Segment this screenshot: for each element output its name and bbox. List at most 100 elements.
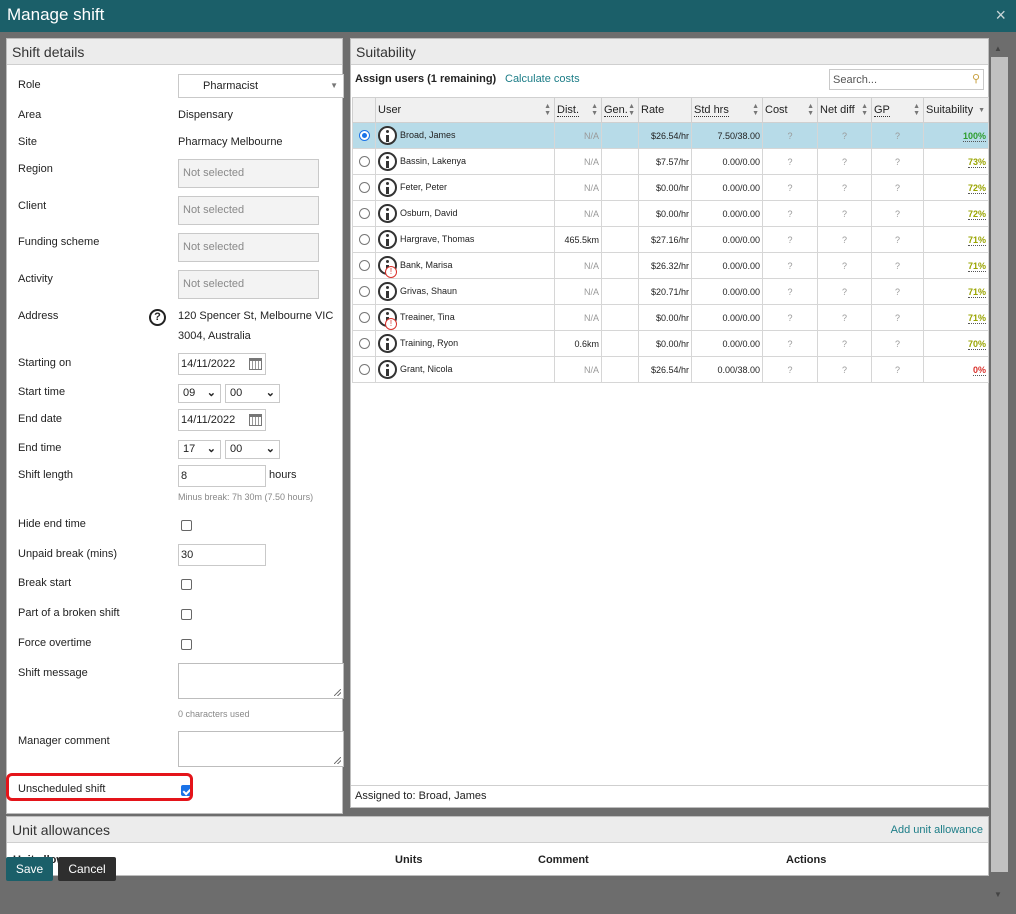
suitability-value: 72%	[967, 182, 986, 194]
user-cell: Broad, James	[375, 122, 555, 149]
dist-column-header[interactable]: Dist. ▲ ▼	[554, 97, 602, 123]
unpaid-break-field[interactable]: 30	[178, 544, 266, 566]
break-start-checkbox[interactable]	[181, 579, 192, 590]
start-minute-select[interactable]: 00 ⌄	[225, 384, 280, 403]
user-column-header[interactable]: User ▲ ▼	[375, 97, 555, 123]
row-radio[interactable]	[358, 338, 370, 350]
table-row[interactable]: Hargrave, Thomas 465.5km $27.16/hr 0.00/0.0…	[352, 226, 989, 253]
end-minute-select[interactable]: 00 ⌄	[225, 440, 280, 459]
table-row[interactable]: Grivas, Shaun N/A $20.71/hr 0.00/0.00??? 71%	[352, 278, 989, 305]
user-name: Broad, James	[400, 129, 456, 140]
hide-end-time-checkbox[interactable]	[181, 520, 192, 531]
user-name: Bank, Marisa	[400, 259, 453, 270]
calculate-costs-link[interactable]: Calculate costs	[505, 73, 580, 85]
row-select-cell[interactable]	[352, 148, 376, 175]
end-time-label: End time	[18, 442, 62, 454]
row-radio[interactable]	[358, 156, 370, 168]
sort-icon[interactable]: ▲ ▼	[861, 103, 868, 117]
user-info-icon[interactable]	[378, 230, 397, 249]
funding-scheme-select[interactable]: Not selected	[178, 233, 319, 262]
help-icon[interactable]: ?	[149, 309, 166, 326]
end-hour-select[interactable]: 17 ⌄	[178, 440, 221, 459]
table-row[interactable]: Grant, Nicola N/A $26.54/hr 0.00/38.00??? 0%	[352, 356, 989, 383]
region-select[interactable]: Not selected	[178, 159, 319, 188]
row-radio[interactable]	[358, 286, 370, 298]
dist-cell: N/A	[554, 304, 602, 331]
row-radio[interactable]	[358, 312, 370, 324]
search-icon[interactable]: ⚲	[972, 72, 980, 85]
row-radio[interactable]	[358, 260, 370, 272]
gen-column-header[interactable]: Gen. ▲ ▼	[601, 97, 639, 123]
user-info-icon[interactable]	[378, 178, 397, 197]
user-info-icon[interactable]: !	[378, 256, 397, 278]
user-header-label: User	[378, 104, 402, 116]
row-select-cell[interactable]	[352, 304, 376, 331]
calendar-icon[interactable]	[249, 358, 262, 370]
cost-column-header[interactable]: Cost ▲ ▼	[762, 97, 818, 123]
start-hour-select[interactable]: 09 ⌄	[178, 384, 221, 403]
activity-select[interactable]: Not selected	[178, 270, 319, 299]
table-row[interactable]: Feter, Peter N/A $0.00/hr 0.00/0.00??? 72%	[352, 174, 989, 201]
area-label: Area	[18, 109, 42, 121]
end-date-field[interactable]: 14/11/2022	[178, 409, 266, 431]
row-radio[interactable]	[358, 234, 370, 246]
role-dropdown[interactable]: Pharmacist ▼	[178, 74, 344, 98]
row-radio[interactable]	[358, 208, 370, 220]
suitability-column-header[interactable]: Suitability ▼	[923, 97, 989, 123]
sort-icon[interactable]: ▲ ▼	[913, 103, 920, 117]
sort-icon[interactable]: ▲ ▼	[752, 103, 759, 117]
row-select-cell[interactable]	[352, 278, 376, 305]
row-radio[interactable]	[358, 182, 370, 194]
sort-icon[interactable]: ▲ ▼	[807, 103, 814, 117]
row-select-cell[interactable]	[352, 330, 376, 357]
table-row[interactable]: ! Treainer, Tina N/A $0.00/hr 0.00/0.00??? 71…	[352, 304, 989, 331]
force-overtime-checkbox[interactable]	[181, 639, 192, 650]
row-select-cell[interactable]	[352, 252, 376, 279]
user-info-icon[interactable]: !	[378, 308, 397, 330]
gp-column-header[interactable]: GP ▲ ▼	[871, 97, 924, 123]
starting-on-field[interactable]: 14/11/2022	[178, 353, 266, 375]
table-row[interactable]: Training, Ryon 0.6km $0.00/hr 0.00/0.00??? 7…	[352, 330, 989, 357]
row-select-cell[interactable]	[352, 200, 376, 227]
row-select-cell[interactable]	[352, 226, 376, 253]
scroll-up-icon[interactable]: ▲	[994, 44, 1002, 53]
user-info-icon[interactable]	[378, 152, 397, 171]
table-row[interactable]: Broad, James N/A $26.54/hr 7.50/38.00??? 100…	[352, 122, 989, 149]
broken-shift-checkbox[interactable]	[181, 609, 192, 620]
std-hrs-column-header[interactable]: Std hrs ▲ ▼	[691, 97, 763, 123]
rate-header-label: Rate	[641, 104, 665, 116]
user-info-icon[interactable]	[378, 282, 397, 301]
row-radio[interactable]	[358, 130, 370, 142]
client-select[interactable]: Not selected	[178, 196, 319, 225]
user-name: Grivas, Shaun	[400, 285, 458, 296]
user-info-icon[interactable]	[378, 360, 397, 379]
search-input[interactable]: Search... ⚲	[829, 69, 984, 90]
cancel-button[interactable]: Cancel	[58, 857, 116, 881]
sort-desc-icon[interactable]: ▼	[978, 107, 985, 114]
row-select-cell[interactable]	[352, 122, 376, 149]
sort-icon[interactable]: ▲ ▼	[591, 103, 598, 117]
save-button[interactable]: Save	[6, 857, 53, 881]
user-info-icon[interactable]	[378, 334, 397, 353]
user-info-icon[interactable]	[378, 204, 397, 223]
manager-comment-textarea[interactable]	[178, 731, 344, 767]
row-radio[interactable]	[358, 364, 370, 376]
sort-icon[interactable]: ▲ ▼	[544, 103, 551, 117]
row-select-cell[interactable]	[352, 174, 376, 201]
shift-length-field[interactable]: 8	[178, 465, 266, 487]
user-info-icon[interactable]	[378, 126, 397, 145]
scrollbar-thumb[interactable]	[991, 57, 1008, 872]
shift-message-textarea[interactable]	[178, 663, 344, 699]
close-icon[interactable]: ×	[995, 5, 1006, 26]
row-select-cell[interactable]	[352, 356, 376, 383]
scroll-down-icon[interactable]: ▼	[994, 890, 1002, 899]
rate-column-header[interactable]: Rate	[638, 97, 692, 123]
table-row[interactable]: Osburn, David N/A $0.00/hr 0.00/0.00??? 72%	[352, 200, 989, 227]
gp-cell: ?	[871, 226, 924, 253]
table-row[interactable]: ! Bank, Marisa N/A $26.32/hr 0.00/0.00??? 71%	[352, 252, 989, 279]
net-diff-column-header[interactable]: Net diff ▲ ▼	[817, 97, 872, 123]
calendar-icon[interactable]	[249, 414, 262, 426]
add-unit-allowance-link[interactable]: Add unit allowance	[891, 824, 983, 836]
table-row[interactable]: Bassin, Lakenya N/A $7.57/hr 0.00/0.00??? 73…	[352, 148, 989, 175]
sort-icon[interactable]: ▲ ▼	[628, 103, 635, 117]
